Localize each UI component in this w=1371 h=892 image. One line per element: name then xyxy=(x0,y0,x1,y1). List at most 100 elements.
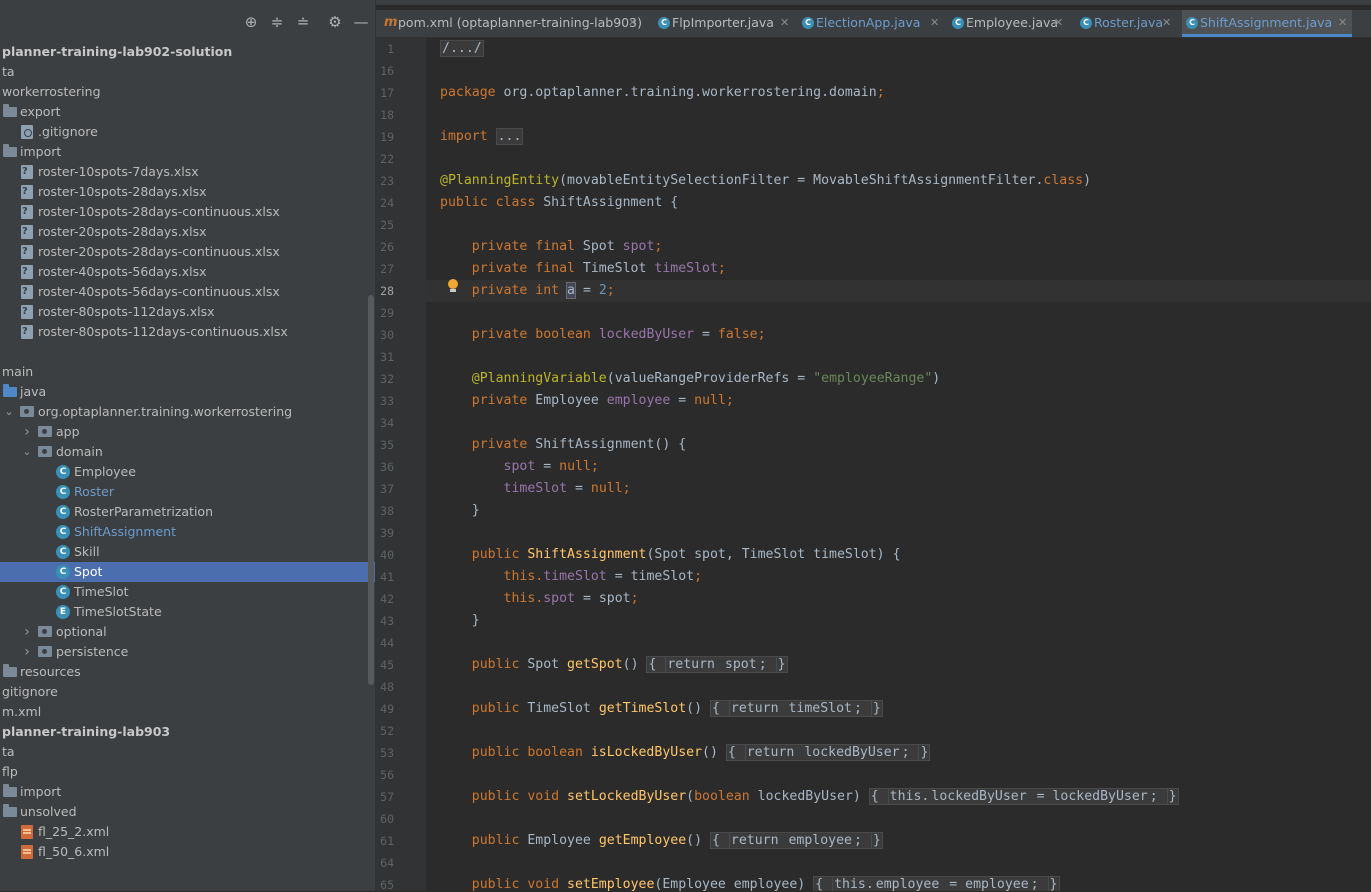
tree-item[interactable]: flp xyxy=(0,762,375,782)
tree-item[interactable]: roster-10spots-28days.xlsx xyxy=(0,182,375,202)
gear-icon[interactable]: ⚙ xyxy=(326,13,344,31)
tree-item[interactable]: roster-20spots-28days-continuous.xlsx xyxy=(0,242,375,262)
minimize-icon[interactable]: — xyxy=(352,13,370,31)
folded-region[interactable]: } xyxy=(1166,788,1179,805)
code-editor[interactable]: /.../ package org.optaplanner.training.wo… xyxy=(426,38,1371,891)
folded-region[interactable]: } xyxy=(870,832,883,849)
folded-region[interactable]: } xyxy=(775,656,788,673)
folded-region[interactable]: ; xyxy=(757,656,776,673)
tree-item[interactable]: import xyxy=(0,142,375,162)
tree-item[interactable]: roster-10spots-28days-continuous.xlsx xyxy=(0,202,375,222)
tree-item[interactable]: › persistence xyxy=(0,642,375,662)
folded-region[interactable]: lockedByUser xyxy=(930,788,1028,805)
folded-region[interactable]: spot xyxy=(723,656,758,673)
expand-all-icon[interactable]: ≑ xyxy=(268,13,286,31)
chevron-down-icon[interactable]: ⌄ xyxy=(3,404,15,420)
tree-item[interactable]: C Skill xyxy=(0,542,375,562)
tree-item[interactable]: C Roster xyxy=(0,482,375,502)
folded-region[interactable]: this. xyxy=(888,788,931,805)
tree-item[interactable]: roster-80spots-112days.xlsx xyxy=(0,302,375,322)
folded-region[interactable]: } xyxy=(870,700,883,717)
tree-item[interactable]: ⌄ org.optaplanner.training.workerrosterin… xyxy=(0,402,375,422)
editor-tab[interactable]: C Employee.java ✕ xyxy=(948,10,1068,37)
tree-item[interactable]: C Employee xyxy=(0,462,375,482)
folded-region[interactable]: = lockedByUser xyxy=(1027,788,1149,805)
folded-region[interactable]: { xyxy=(709,832,730,849)
folded-region[interactable]: return xyxy=(745,744,804,761)
tree-item[interactable]: java xyxy=(0,382,375,402)
tree-item[interactable]: roster-40spots-56days.xlsx xyxy=(0,262,375,282)
tree-item[interactable]: fl_25_2.xml xyxy=(0,822,375,842)
tree-item[interactable]: roster-20spots-28days.xlsx xyxy=(0,222,375,242)
tree-item[interactable]: C ShiftAssignment xyxy=(0,522,375,542)
tree-item[interactable]: gitignore xyxy=(0,682,375,702)
folded-region[interactable]: ; xyxy=(900,744,919,761)
folded-region[interactable]: ; xyxy=(1148,788,1167,805)
tree-item[interactable]: E TimeSlotState xyxy=(0,602,375,622)
tree-item[interactable]: C TimeSlot xyxy=(0,582,375,602)
tree-item[interactable]: C Spot xyxy=(0,562,375,582)
tree-item[interactable]: ⌄ domain xyxy=(0,442,375,462)
editor-tab[interactable]: C ElectionApp.java ✕ xyxy=(798,10,944,37)
editor-tab[interactable]: C Roster.java ✕ xyxy=(1076,10,1176,37)
tree-item[interactable]: main xyxy=(0,362,375,382)
chevron-right-icon[interactable]: › xyxy=(21,424,33,440)
tree-item[interactable]: planner-training-lab902-solution xyxy=(0,42,375,62)
folded-region[interactable]: return xyxy=(729,832,788,849)
tree-item[interactable]: ta xyxy=(0,742,375,762)
tree-item[interactable]: m.xml xyxy=(0,702,375,722)
editor-tab[interactable]: m pom.xml (optaplanner-training-lab903) ✕ xyxy=(380,10,642,37)
folded-region[interactable]: employee xyxy=(787,832,853,849)
folded-region[interactable]: { xyxy=(868,788,889,805)
folded-region[interactable]: return xyxy=(729,700,788,717)
close-tab-icon[interactable]: ✕ xyxy=(628,15,637,31)
tree-item[interactable]: › optional xyxy=(0,622,375,642)
folded-region[interactable]: { xyxy=(709,700,730,717)
close-tab-icon[interactable]: ✕ xyxy=(1162,15,1171,31)
tree-item[interactable]: unsolved xyxy=(0,802,375,822)
close-tab-icon[interactable]: ✕ xyxy=(780,15,789,31)
tree-item[interactable]: roster-10spots-7days.xlsx xyxy=(0,162,375,182)
folded-region[interactable]: /.../ xyxy=(440,40,484,57)
chevron-down-icon[interactable]: ⌄ xyxy=(21,444,33,460)
collapse-all-icon[interactable]: ≐ xyxy=(294,13,312,31)
close-tab-icon[interactable]: ✕ xyxy=(1338,15,1347,31)
folded-region[interactable]: ; xyxy=(852,832,871,849)
folded-region[interactable]: { xyxy=(646,656,667,673)
tree-item[interactable]: .gitignore xyxy=(0,122,375,142)
tree-item[interactable]: resources xyxy=(0,662,375,682)
tree-item[interactable]: › app xyxy=(0,422,375,442)
folded-region[interactable]: ; xyxy=(1029,876,1048,891)
close-tab-icon[interactable]: ✕ xyxy=(1054,15,1063,31)
tree-item[interactable]: export xyxy=(0,102,375,122)
chevron-right-icon[interactable]: › xyxy=(21,644,33,660)
folded-region[interactable]: timeSlot xyxy=(787,700,853,717)
folded-region[interactable]: = employee xyxy=(940,876,1030,891)
folded-region[interactable]: employee xyxy=(874,876,941,891)
tree-item[interactable]: roster-80spots-112days-continuous.xlsx xyxy=(0,322,375,342)
tree-item[interactable]: C RosterParametrization xyxy=(0,502,375,522)
folded-region[interactable]: ; xyxy=(852,700,871,717)
tree-item[interactable]: planner-training-lab903 xyxy=(0,722,375,742)
folded-region[interactable]: { xyxy=(725,744,746,761)
editor-tab[interactable]: C ShiftAssignment.java ✕ xyxy=(1182,10,1352,37)
folded-region[interactable]: lockedByUser xyxy=(803,744,901,761)
folded-region[interactable]: } xyxy=(918,744,931,761)
tree-item[interactable]: workerrostering xyxy=(0,82,375,102)
folded-region[interactable]: { xyxy=(813,876,834,891)
close-tab-icon[interactable]: ✕ xyxy=(930,15,939,31)
folded-region[interactable]: ... xyxy=(495,128,524,145)
folded-region[interactable]: return xyxy=(666,656,724,673)
chevron-right-icon[interactable]: › xyxy=(21,624,33,640)
line-number-gutter[interactable]: 1 16 17 18 19 22 23 24 25 26 27 28 29 30 31 32 33 34 35 36 3… xyxy=(376,38,439,892)
editor-tab[interactable]: C FlpImporter.java ✕ xyxy=(654,10,794,37)
tree-item[interactable]: import xyxy=(0,782,375,802)
tree-item[interactable]: ta xyxy=(0,62,375,82)
folded-region[interactable]: this. xyxy=(833,876,875,891)
folded-region[interactable]: } xyxy=(1047,876,1060,891)
intention-bulb-icon[interactable] xyxy=(446,278,460,294)
tree-item[interactable] xyxy=(0,342,375,362)
tree-item[interactable]: fl_50_6.xml xyxy=(0,842,375,862)
tree-item[interactable]: roster-40spots-56days-continuous.xlsx xyxy=(0,282,375,302)
locate-icon[interactable]: ⊕ xyxy=(242,13,260,31)
